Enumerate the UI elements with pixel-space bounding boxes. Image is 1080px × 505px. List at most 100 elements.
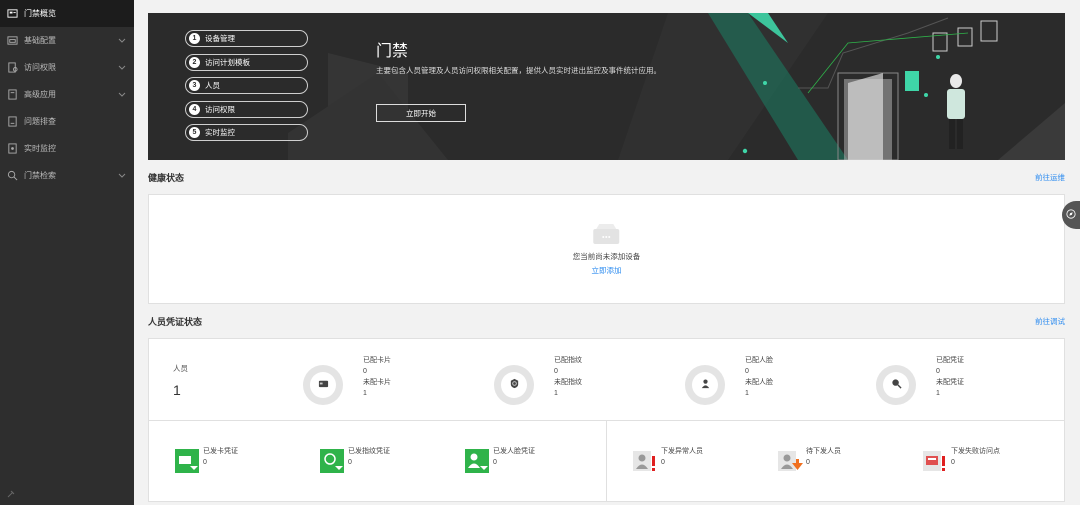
issue-text: 已发人脸凭证 0 [493, 446, 535, 468]
sidebar-item-search[interactable]: 门禁检索 [0, 162, 134, 189]
pin-icon[interactable] [6, 486, 16, 498]
health-card: 您当前尚未添加设备 立即添加 [148, 194, 1065, 304]
unassigned-label: 未配凭证 [936, 379, 964, 386]
config-icon [6, 35, 18, 47]
unassigned-label: 未配人脸 [745, 379, 773, 386]
issue-text: 已发指纹凭证 0 [348, 446, 390, 468]
go-to-debug-link[interactable]: 前往调试 [1035, 316, 1065, 327]
person-label: 人员 [173, 364, 188, 373]
search-icon [6, 170, 18, 182]
unassigned-value: 1 [554, 390, 558, 397]
section-title: 健康状态 [148, 172, 185, 183]
card-icon [318, 376, 329, 394]
issue-label: 下发异常人员 [661, 448, 703, 455]
step-person[interactable]: 3 人员 [185, 77, 308, 94]
issue-value: 0 [348, 459, 352, 466]
banner-title: 门禁 [376, 43, 409, 60]
app: 门禁概览 基础配置 访问权限 高级应用 问题排查 实时监控 门禁检索 1 设备管… [0, 0, 1080, 505]
sidebar-item-label: 访问权限 [24, 63, 56, 72]
compass-icon [1066, 206, 1076, 224]
sidebar-item-label: 实时监控 [24, 144, 56, 153]
unassigned-value: 1 [745, 390, 749, 397]
assigned-label: 已配凭证 [936, 357, 964, 364]
banner-description: 主要包含人员管理及人员访问权限相关配置，提供人员实时进出监控及事件统计应用。 [376, 66, 661, 75]
stat-text: 已配凭证 0 未配凭证 1 [936, 355, 964, 399]
ring [494, 365, 534, 405]
assigned-label: 已配指纹 [554, 357, 582, 364]
abnormal-person-icon [632, 448, 658, 474]
issue-label: 下发失败访问点 [951, 448, 1000, 455]
add-now-link[interactable]: 立即添加 [573, 265, 641, 276]
credential-summary: 人员 1 已配卡片 0 未配卡片 1 已配指纹 0 未配指纹 1 已配人脸 0 … [149, 339, 1064, 421]
fingerprint-icon [509, 376, 520, 394]
chevron-down-icon [118, 171, 126, 179]
health-header: 健康状态 前往运维 [148, 160, 1065, 194]
ring [876, 365, 916, 405]
chevron-down-icon [118, 63, 126, 71]
issued-card-icon [174, 448, 200, 474]
unassigned-label: 未配卡片 [363, 379, 391, 386]
step-number: 5 [189, 127, 200, 138]
step-label: 设备管理 [205, 34, 235, 43]
device-icon [593, 223, 621, 245]
go-to-ops-link[interactable]: 前往运维 [1035, 172, 1065, 183]
assigned-label: 已配卡片 [363, 357, 391, 364]
issue-value: 0 [661, 459, 665, 466]
sidebar-item-label: 问题排查 [24, 117, 56, 126]
chevron-down-icon [118, 36, 126, 44]
sidebar-item-overview[interactable]: 门禁概览 [0, 0, 134, 27]
assigned-value: 0 [363, 368, 367, 375]
assigned-value: 0 [554, 368, 558, 375]
sidebar-item-troubleshoot[interactable]: 问题排查 [0, 108, 134, 135]
fingerprint-stat: 已配指纹 0 未配指纹 1 [494, 355, 674, 410]
sidebar-item-label: 高级应用 [24, 90, 56, 99]
face-icon [700, 376, 711, 394]
assigned-value: 0 [936, 368, 940, 375]
step-device-management[interactable]: 1 设备管理 [185, 30, 308, 47]
sidebar-item-monitor[interactable]: 实时监控 [0, 135, 134, 162]
issued-fingerprint-icon [319, 448, 345, 474]
pending-person-icon [777, 448, 803, 474]
issue-label: 已发指纹凭证 [348, 448, 390, 455]
step-label: 访问权限 [205, 104, 235, 114]
issue-value: 0 [493, 459, 497, 466]
step-access-schedule-template[interactable]: 2 访问计划模板 [185, 53, 308, 71]
stat-text: 已配人脸 0 未配人脸 1 [745, 355, 773, 399]
failed-visitor-icon [922, 448, 948, 474]
banner: 1 设备管理 2 访问计划模板 3 人员 4 访问权限 5 实时监控 门禁 主要包含人员管… [148, 13, 1065, 160]
issue-text: 下发失败访问点 0 [951, 446, 1000, 468]
step-label: 实时监控 [205, 128, 235, 137]
ring [303, 365, 343, 405]
step-list: 1 设备管理 2 访问计划模板 3 人员 4 访问权限 5 实时监控 [185, 30, 308, 148]
issue-value: 0 [203, 459, 207, 466]
unassigned-label: 未配指纹 [554, 379, 582, 386]
issue-label: 待下发人员 [806, 448, 841, 455]
step-number: 2 [189, 56, 200, 68]
ring [685, 365, 725, 405]
sidebar-item-label: 门禁概览 [24, 9, 56, 18]
main-content: 1 设备管理 2 访问计划模板 3 人员 4 访问权限 5 实时监控 门禁 主要包含人员管… [134, 0, 1080, 505]
step-access-permission[interactable]: 4 访问权限 [185, 100, 308, 118]
step-number: 3 [189, 80, 200, 91]
unassigned-value: 1 [363, 390, 367, 397]
divider [606, 421, 607, 501]
credential-card: 人员 1 已配卡片 0 未配卡片 1 已配指纹 0 未配指纹 1 已配人脸 0 … [148, 338, 1065, 502]
step-realtime-monitor[interactable]: 5 实时监控 [185, 124, 308, 141]
monitor-icon [6, 143, 18, 155]
step-label: 访问计划模板 [205, 57, 250, 67]
overview-icon [6, 8, 18, 20]
stat-text: 已配卡片 0 未配卡片 1 [363, 355, 391, 399]
credential-issue-row: 已发卡凭证 0 已发指纹凭证 0 已发人脸凭证 0 下发异常人员 0 待下发人员… [149, 421, 1064, 501]
issue-text: 待下发人员 0 [806, 446, 841, 468]
person-count: 人员 1 [173, 363, 188, 398]
sidebar-item-advanced[interactable]: 高级应用 [0, 81, 134, 108]
sidebar-item-access-permission[interactable]: 访问权限 [0, 54, 134, 81]
step-number: 4 [189, 103, 200, 115]
issue-label: 已发人脸凭证 [493, 448, 535, 455]
face-stat: 已配人脸 0 未配人脸 1 [685, 355, 865, 410]
assigned-label: 已配人脸 [745, 357, 773, 364]
chevron-down-icon [118, 90, 126, 98]
sidebar-item-basic-config[interactable]: 基础配置 [0, 27, 134, 54]
issue-text: 下发异常人员 0 [661, 446, 703, 468]
start-now-button[interactable]: 立即开始 [376, 104, 466, 122]
